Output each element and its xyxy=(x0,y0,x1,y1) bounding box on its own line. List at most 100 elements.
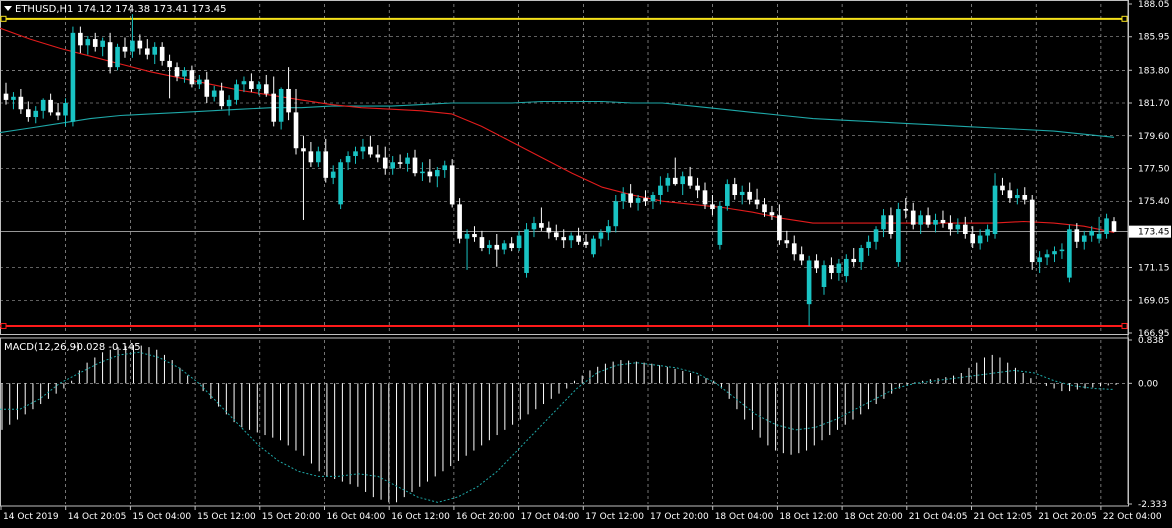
candle xyxy=(449,159,455,208)
candle xyxy=(144,39,150,60)
candle xyxy=(271,76,277,127)
candle xyxy=(278,87,284,130)
candle xyxy=(799,246,804,266)
macd-frame xyxy=(0,337,1129,507)
candle xyxy=(174,62,180,82)
candle xyxy=(226,95,232,116)
candle xyxy=(710,195,715,216)
candle xyxy=(420,162,425,181)
candle xyxy=(457,198,462,244)
candle xyxy=(1081,230,1087,250)
candle xyxy=(962,216,968,239)
candle xyxy=(442,160,448,178)
y-tick-label: 169.05 xyxy=(1138,296,1170,306)
candle xyxy=(977,229,983,250)
x-tick-label: 18 Oct 04:00 xyxy=(715,512,774,522)
candle xyxy=(316,146,321,167)
candle xyxy=(360,138,366,160)
macd-y-tick-label: -2.333 xyxy=(1138,500,1167,510)
x-tick-label: 18 Oct 20:00 xyxy=(844,512,903,522)
candle xyxy=(301,135,306,220)
candle xyxy=(286,67,291,121)
current-price-label: 173.45 xyxy=(1138,228,1170,238)
candle xyxy=(769,205,775,220)
candle xyxy=(501,240,507,255)
candle xyxy=(918,210,923,234)
macd-signal-line xyxy=(0,351,1115,503)
ma-fast-path xyxy=(0,27,1115,233)
candle xyxy=(985,224,990,242)
candle xyxy=(100,37,105,57)
candle xyxy=(107,32,113,74)
candle xyxy=(241,76,247,93)
trading-chart[interactable]: 188.05 185.95 183.80 181.70 179.60 177.50 175.… xyxy=(0,0,1172,528)
ohlc-values: 174.12 174.38 173.41 173.45 xyxy=(77,4,227,15)
x-tick-label: 15 Oct 20:00 xyxy=(262,512,321,522)
x-tick-label: 21 Oct 12:05 xyxy=(974,512,1033,522)
y-tick-label: 175.40 xyxy=(1138,197,1170,207)
y-tick-label: 181.70 xyxy=(1138,99,1170,109)
candle xyxy=(494,233,500,267)
x-tick-label: 14 Oct 2019 xyxy=(3,512,59,522)
candle xyxy=(78,26,83,54)
candle xyxy=(130,14,135,58)
candle xyxy=(1044,249,1050,266)
candle xyxy=(754,188,760,210)
candle xyxy=(338,159,343,210)
candle xyxy=(323,138,329,183)
x-tick-label: 14 Oct 20:05 xyxy=(68,512,127,522)
candle xyxy=(888,207,894,239)
x-tick-label: 22 Oct 04:00 xyxy=(1103,512,1162,522)
x-tick-label: 16 Oct 12:00 xyxy=(391,512,450,522)
candle xyxy=(873,226,879,250)
line-handle xyxy=(0,15,7,22)
candle xyxy=(211,85,217,102)
candle xyxy=(397,154,403,169)
candle xyxy=(896,202,901,267)
candle xyxy=(858,244,864,270)
candle xyxy=(26,101,31,122)
candle xyxy=(1015,188,1020,205)
candle xyxy=(1022,187,1028,205)
candle xyxy=(1052,246,1057,263)
candle xyxy=(509,237,514,252)
candle xyxy=(137,34,143,55)
y-tick-label: 177.50 xyxy=(1138,165,1170,175)
candle xyxy=(717,201,723,250)
candle xyxy=(531,216,537,238)
candle xyxy=(189,65,195,88)
candle xyxy=(308,141,314,167)
candle xyxy=(405,152,410,172)
line-handle xyxy=(1121,322,1128,329)
candle xyxy=(516,230,522,252)
candle xyxy=(330,165,336,185)
candle xyxy=(695,177,700,199)
candle xyxy=(576,227,581,245)
x-tick-label: 16 Oct 04:00 xyxy=(327,512,386,522)
candle xyxy=(881,209,886,238)
line-handle xyxy=(1121,15,1128,22)
candle xyxy=(1037,251,1042,273)
candle xyxy=(18,88,24,114)
candle xyxy=(583,233,589,249)
candle xyxy=(851,248,857,267)
x-tick-label: 18 Oct 12:00 xyxy=(779,512,838,522)
candle xyxy=(821,260,827,295)
price-frame xyxy=(0,0,1129,335)
symbol-dropdown-icon[interactable] xyxy=(4,6,12,11)
macd-panel xyxy=(0,345,1128,503)
candle xyxy=(182,67,187,83)
candle xyxy=(739,185,745,205)
candle xyxy=(628,184,633,208)
candle xyxy=(992,173,998,239)
candle xyxy=(464,229,470,270)
candle xyxy=(866,235,871,256)
x-tick-label: 21 Oct 04:05 xyxy=(909,512,968,522)
candle xyxy=(1074,223,1080,249)
candle xyxy=(568,232,574,249)
candle xyxy=(725,179,730,211)
candle xyxy=(814,254,819,273)
ma-slow-line xyxy=(0,100,1115,138)
candle xyxy=(85,35,91,55)
candle xyxy=(546,221,552,239)
